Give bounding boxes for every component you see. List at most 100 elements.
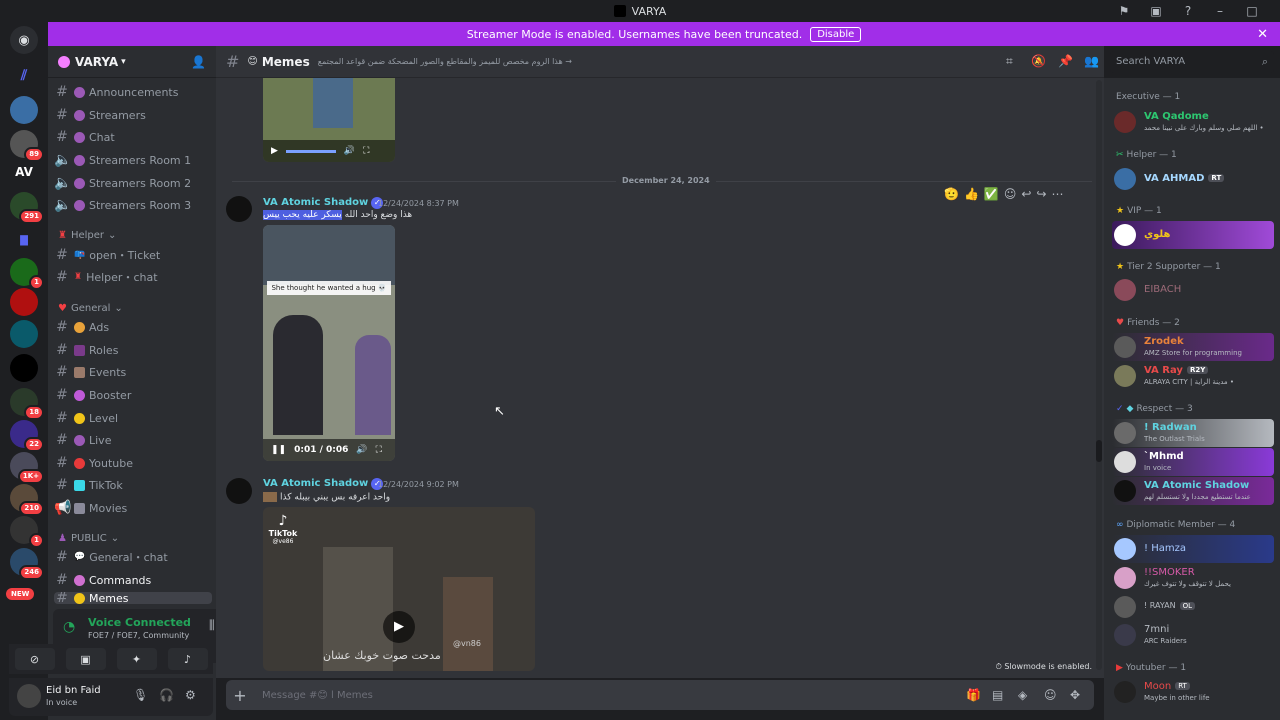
channel-ads[interactable]: # Ads xyxy=(54,317,212,337)
channel-live[interactable]: # Live xyxy=(54,430,212,450)
member-item[interactable]: ! RAYAN OL xyxy=(1112,593,1274,621)
category-helper[interactable]: ♜ Helper ⌄ xyxy=(58,230,116,241)
channel-helper-chat[interactable]: # ♜ Helper・chat xyxy=(54,267,212,287)
apps-icon[interactable]: ✥ xyxy=(1070,688,1080,702)
pin-icon[interactable]: 📌 xyxy=(1058,54,1073,68)
invite-icon[interactable]: 👤 xyxy=(191,55,206,69)
channel-topic[interactable]: → هذا الروم مخصص للميمز والمقاطع والصور … xyxy=(318,57,572,66)
search-input[interactable]: Search VARYA ⌕ xyxy=(1110,51,1274,73)
volume-icon[interactable]: 🔊 xyxy=(356,445,367,455)
member-item[interactable]: `Mhmd In voice xyxy=(1112,448,1274,476)
fullscreen-icon[interactable]: ⛶ xyxy=(363,146,369,156)
nitro-icon[interactable]: ⫽ xyxy=(10,62,38,90)
add-reaction-icon[interactable]: ☺ xyxy=(1004,187,1017,201)
channel-events[interactable]: # Events xyxy=(54,362,212,382)
channel-tiktok[interactable]: # TikTok xyxy=(54,475,212,495)
pause-icon[interactable]: ❚❚ xyxy=(271,445,286,455)
gear-icon[interactable]: ⚙ xyxy=(185,688,196,702)
sticker-icon[interactable]: ◈ xyxy=(1018,688,1027,702)
server-icon[interactable] xyxy=(10,288,38,316)
reaction-emoji[interactable]: 🫡 xyxy=(944,187,959,201)
video-attachment[interactable]: ♪ TikTok @ve86 ▶ @vn86 مدحت صوت خوبك عشان xyxy=(263,507,535,671)
video-attachment[interactable]: She thought he wanted a hug 💀 ❚❚ 0:01 / … xyxy=(263,225,395,461)
emoji-picker-icon[interactable]: ☺ xyxy=(1044,688,1057,702)
disable-button[interactable]: Disable xyxy=(810,26,862,42)
add-attachment-icon[interactable]: + xyxy=(226,686,254,705)
message-composer[interactable]: + Message #😊 ا Memes 🎁 ▤ ◈ ☺ ✥ xyxy=(226,680,1094,710)
voice-channel-1[interactable]: 🔈 Streamers Room 1 xyxy=(54,150,212,170)
volume-icon[interactable]: 🔊 xyxy=(344,146,355,156)
server-icon[interactable]: 18 xyxy=(10,388,44,420)
close-icon[interactable]: ✕ xyxy=(1257,27,1268,42)
server-av[interactable]: AV xyxy=(10,158,38,186)
discord-home-icon[interactable]: ◉ xyxy=(10,26,38,54)
member-item[interactable]: Zrodek AMZ Store for programming xyxy=(1112,333,1274,361)
scrollbar[interactable] xyxy=(1096,80,1102,670)
member-item[interactable]: VA Atomic Shadow عندما تستطيع مجددا ولا ت… xyxy=(1112,477,1274,505)
maximize-button[interactable]: □ xyxy=(1236,4,1268,18)
progress-bar[interactable] xyxy=(285,149,336,153)
reply-icon[interactable]: ↩ xyxy=(1021,187,1031,201)
help-icon[interactable]: ? xyxy=(1172,4,1204,18)
fullscreen-icon[interactable]: ⛶ xyxy=(376,445,382,455)
server-icon[interactable]: 291 xyxy=(10,192,44,224)
more-icon[interactable]: ⋯ xyxy=(1052,187,1064,201)
screen-icon[interactable]: ▣ xyxy=(1140,4,1172,18)
noise-suppression-icon[interactable]: ⫼ xyxy=(209,618,215,633)
mic-icon[interactable]: 🎙 xyxy=(133,688,148,702)
avatar[interactable] xyxy=(17,684,41,708)
video-attachment[interactable]: ▶ 🔊 ⛶ xyxy=(263,78,395,162)
server-icon[interactable]: 1 xyxy=(10,258,44,290)
server-icon[interactable]: 89 xyxy=(10,130,44,162)
avatar[interactable] xyxy=(226,196,252,222)
voice-channel-3[interactable]: 🔈 Streamers Room 3 xyxy=(54,195,212,215)
members-icon[interactable]: 👥 xyxy=(1084,54,1099,68)
server-icon[interactable]: 246 xyxy=(10,548,44,580)
channel-ticket[interactable]: # 📪 open・Ticket xyxy=(54,245,212,265)
message-author[interactable]: VA Atomic Shadow ✓ xyxy=(263,197,384,209)
camera-off-icon[interactable]: ⊘ xyxy=(14,648,55,670)
channel-movies[interactable]: 📢 Movies xyxy=(54,498,212,518)
close-button[interactable]: ✕ xyxy=(1268,4,1280,18)
gif-icon[interactable]: ▤ xyxy=(992,688,1003,702)
member-item[interactable]: ! Hamza xyxy=(1112,535,1274,563)
channel-announcements[interactable]: # Announcements xyxy=(54,82,212,102)
server-icon[interactable]: 22 xyxy=(10,420,44,452)
member-item[interactable]: VA Ray R2Y ALRAYA CITY | مدينة الراية • xyxy=(1112,362,1274,390)
reaction-emoji[interactable]: 👍 xyxy=(964,187,979,201)
forward-icon[interactable]: ↪ xyxy=(1036,187,1046,201)
channel-general-chat[interactable]: # 💬 General・chat xyxy=(54,547,212,567)
server-icon[interactable]: 1 xyxy=(10,516,44,548)
member-item[interactable]: !!SMOKER يحمل لا تتوقف ولا تتوف غيرك xyxy=(1112,564,1274,592)
server-icon[interactable] xyxy=(10,96,38,124)
minimize-button[interactable]: – xyxy=(1204,4,1236,18)
channel-booster[interactable]: # Booster xyxy=(54,385,212,405)
server-icon[interactable] xyxy=(10,354,38,382)
reaction-emoji[interactable]: ✅ xyxy=(984,187,999,201)
folder-icon[interactable]: ▇ xyxy=(10,226,38,254)
server-icon[interactable]: 210 xyxy=(10,484,44,516)
user-name[interactable]: Eid bn Faid xyxy=(46,685,101,696)
message-author[interactable]: VA Atomic Shadow ✓ xyxy=(263,478,384,490)
channel-chat[interactable]: # Chat xyxy=(54,127,212,147)
voice-channel-2[interactable]: 🔈 Streamers Room 2 xyxy=(54,173,212,193)
channel-memes[interactable]: # Memes xyxy=(54,592,212,604)
message-timestamp[interactable]: 12/24/2024 9:02 PM xyxy=(378,480,459,489)
member-item[interactable]: هلوي xyxy=(1112,221,1274,249)
threads-icon[interactable]: ⌗ xyxy=(1006,54,1013,69)
channel-streamers[interactable]: # Streamers xyxy=(54,105,212,125)
member-item[interactable]: 7mni ARC Raiders xyxy=(1112,621,1274,649)
voice-status[interactable]: Voice Connected xyxy=(88,616,191,629)
activities-icon[interactable]: ✦ xyxy=(116,648,157,670)
category-general[interactable]: ♥ General ⌄ xyxy=(58,303,123,314)
channel-commands[interactable]: # Commands xyxy=(54,570,212,590)
channel-roles[interactable]: # Roles xyxy=(54,340,212,360)
member-item[interactable]: ! Radwan The Outlast Trials xyxy=(1112,419,1274,447)
member-item[interactable]: Moon RT Maybe in other life xyxy=(1112,678,1274,706)
member-item[interactable]: VA AHMAD RT xyxy=(1112,165,1274,193)
channel-youtube[interactable]: # Youtube xyxy=(54,453,212,473)
flag-icon[interactable]: ⚑ xyxy=(1108,4,1140,18)
message-timestamp[interactable]: 12/24/2024 8:37 PM xyxy=(378,199,459,208)
category-public[interactable]: ♟ PUBLIC ⌄ xyxy=(58,533,119,544)
mute-icon[interactable]: 🔕 xyxy=(1031,54,1046,68)
